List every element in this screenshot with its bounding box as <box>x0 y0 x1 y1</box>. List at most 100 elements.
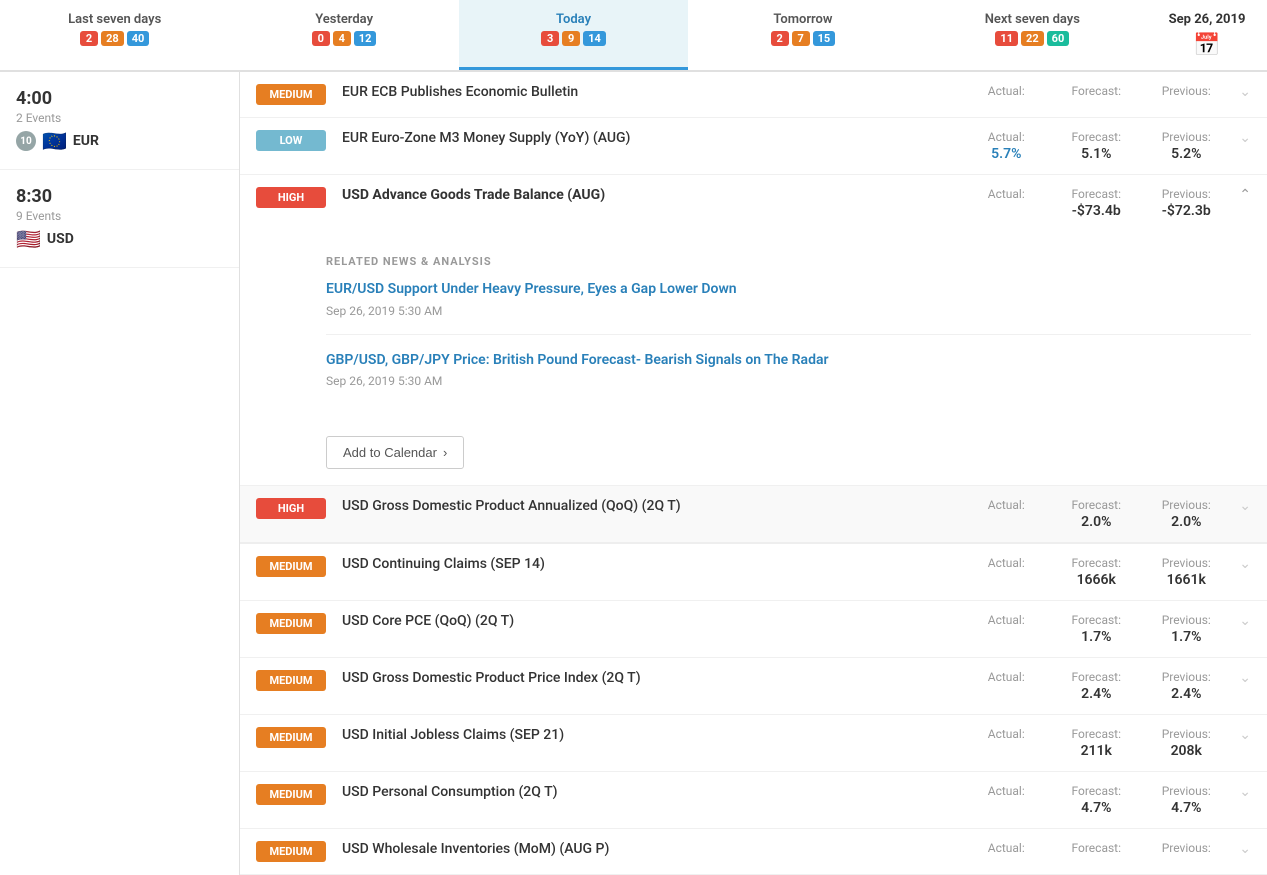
news-link-0[interactable]: EUR/USD Support Under Heavy Pressure, Ey… <box>326 281 737 297</box>
chevron-eur-ecb[interactable]: ⌄ <box>1239 84 1251 100</box>
time-block-4am: 4:00 2 Events 10 🇪🇺 EUR <box>0 72 239 170</box>
news-link-1[interactable]: GBP/USD, GBP/JPY Price: British Pound Fo… <box>326 352 829 368</box>
badge-tomorrow-medium: 7 <box>792 31 810 46</box>
impact-badge-usd-advance: HIGH <box>256 187 326 208</box>
previous-usd-gdp: Previous: 2.0% <box>1141 498 1231 530</box>
impact-badge-usd-personal: MEDIUM <box>256 784 326 805</box>
actual-usd-jobless: Actual: <box>961 727 1051 759</box>
event-row-usd-gdp-price-index: MEDIUM USD Gross Domestic Product Price … <box>240 658 1267 715</box>
calendar-date-picker[interactable]: Sep 26, 2019 📅 <box>1147 0 1267 70</box>
chevron-usd-core-pce[interactable]: ⌄ <box>1239 613 1251 629</box>
event-name-usd-continuing: USD Continuing Claims (SEP 14) <box>342 556 961 572</box>
previous-usd-continuing: Previous: 1661k <box>1141 556 1231 588</box>
previous-usd-personal: Previous: 4.7% <box>1141 784 1231 816</box>
time-block-830am: 8:30 9 Events 🇺🇸 USD <box>0 170 239 268</box>
badge-tomorrow-high: 2 <box>771 31 789 46</box>
impact-badge-usd-continuing: MEDIUM <box>256 556 326 577</box>
chevron-usd-gdp-price[interactable]: ⌄ <box>1239 670 1251 686</box>
usd-label: USD <box>47 231 74 247</box>
impact-badge-usd-jobless: MEDIUM <box>256 727 326 748</box>
event-row-usd-core-pce: MEDIUM USD Core PCE (QoQ) (2Q T) Actual:… <box>240 601 1267 658</box>
calendar-date-label: Sep 26, 2019 <box>1169 12 1246 27</box>
currency-eur: 10 🇪🇺 EUR <box>16 129 223 153</box>
badge-next-seven-low: 60 <box>1047 31 1070 46</box>
actual-usd-gdp-price: Actual: <box>961 670 1051 702</box>
actual-usd-gdp: Actual: <box>961 498 1051 530</box>
previous-usd-core-pce: Previous: 1.7% <box>1141 613 1231 645</box>
badge-last-seven-high: 2 <box>80 31 98 46</box>
previous-usd-advance: Previous: -$72.3b <box>1141 187 1231 219</box>
chevron-usd-advance[interactable]: ⌃ <box>1239 187 1251 203</box>
impact-badge-usd-gdp-price: MEDIUM <box>256 670 326 691</box>
tab-today[interactable]: Today 3 9 14 <box>459 0 688 70</box>
chevron-usd-personal[interactable]: ⌄ <box>1239 784 1251 800</box>
forecast-usd-continuing: Forecast: 1666k <box>1051 556 1141 588</box>
main-content: MEDIUM EUR ECB Publishes Economic Bullet… <box>240 72 1267 875</box>
related-news-title: RELATED NEWS & ANALYSIS <box>326 255 1251 268</box>
events-count-4am: 2 Events <box>16 111 223 125</box>
tab-yesterday[interactable]: Yesterday 0 4 12 <box>229 0 458 70</box>
event-row-main-usd-advance: HIGH USD Advance Goods Trade Balance (AU… <box>240 175 1267 231</box>
chevron-usd-wholesale[interactable]: ⌄ <box>1239 841 1251 857</box>
actual-eur-ecb: Actual: <box>961 84 1051 100</box>
event-name-usd-gdp-price: USD Gross Domestic Product Price Index (… <box>342 670 961 686</box>
chevron-usd-jobless[interactable]: ⌄ <box>1239 727 1251 743</box>
event-name-eur-ecb: EUR ECB Publishes Economic Bulletin <box>342 84 961 100</box>
event-row-usd-personal-consumption: MEDIUM USD Personal Consumption (2Q T) A… <box>240 772 1267 829</box>
badge-yesterday-high: 0 <box>312 31 330 46</box>
chevron-eur-m3[interactable]: ⌄ <box>1239 130 1251 146</box>
badge-yesterday-medium: 4 <box>333 31 351 46</box>
stats-usd-gdp: Actual: Forecast: 2.0% Previous: 2.0% <box>961 498 1231 530</box>
tab-label-next-seven-days: Next seven days <box>926 12 1139 27</box>
actual-usd-personal: Actual: <box>961 784 1051 816</box>
event-name-usd-personal: USD Personal Consumption (2Q T) <box>342 784 961 800</box>
tab-label-today: Today <box>467 12 680 27</box>
impact-badge-usd-core-pce: MEDIUM <box>256 613 326 634</box>
add-calendar-arrow-icon: › <box>443 445 447 460</box>
tab-label-last-seven-days: Last seven days <box>8 12 221 27</box>
event-row-eur-ecb: MEDIUM EUR ECB Publishes Economic Bullet… <box>240 72 1267 118</box>
actual-eur-m3: Actual: 5.7% <box>961 130 1051 162</box>
forecast-usd-personal: Forecast: 4.7% <box>1051 784 1141 816</box>
forecast-usd-gdp: Forecast: 2.0% <box>1051 498 1141 530</box>
news-date-0: Sep 26, 2019 5:30 AM <box>326 304 1251 318</box>
tab-next-seven-days[interactable]: Next seven days 11 22 60 <box>918 0 1147 70</box>
chevron-usd-gdp[interactable]: ⌄ <box>1239 498 1251 514</box>
tab-last-seven-days[interactable]: Last seven days 2 28 40 <box>0 0 229 70</box>
forecast-eur-ecb: Forecast: <box>1051 84 1141 100</box>
forecast-usd-core-pce: Forecast: 1.7% <box>1051 613 1141 645</box>
forecast-usd-wholesale: Forecast: <box>1051 841 1141 857</box>
events-count-830am: 9 Events <box>16 209 223 223</box>
badge-today-high: 3 <box>541 31 559 46</box>
previous-usd-jobless: Previous: 208k <box>1141 727 1231 759</box>
event-row-usd-wholesale: MEDIUM USD Wholesale Inventories (MoM) (… <box>240 829 1267 875</box>
badge-today-medium: 9 <box>562 31 580 46</box>
event-name-usd-gdp: USD Gross Domestic Product Annualized (Q… <box>342 498 961 514</box>
badge-last-seven-low: 40 <box>127 31 150 46</box>
news-item-0: EUR/USD Support Under Heavy Pressure, Ey… <box>326 280 1251 335</box>
tab-tomorrow[interactable]: Tomorrow 2 7 15 <box>688 0 917 70</box>
stats-usd-core-pce: Actual: Forecast: 1.7% Previous: 1.7% <box>961 613 1231 645</box>
forecast-usd-gdp-price: Forecast: 2.4% <box>1051 670 1141 702</box>
event-name-eur-m3: EUR Euro-Zone M3 Money Supply (YoY) (AUG… <box>342 130 961 146</box>
previous-eur-ecb: Previous: <box>1141 84 1231 100</box>
impact-badge-eur-m3: LOW <box>256 130 326 151</box>
news-item-1: GBP/USD, GBP/JPY Price: British Pound Fo… <box>326 351 1251 405</box>
add-to-calendar-button[interactable]: Add to Calendar › <box>326 436 464 469</box>
eur-events-section: MEDIUM EUR ECB Publishes Economic Bullet… <box>240 72 1267 175</box>
calendar-icon[interactable]: 📅 <box>1193 33 1220 58</box>
event-row-usd-continuing-claims: MEDIUM USD Continuing Claims (SEP 14) Ac… <box>240 544 1267 601</box>
stats-eur-m3: Actual: 5.7% Forecast: 5.1% Previous: 5.… <box>961 130 1231 162</box>
forecast-usd-jobless: Forecast: 211k <box>1051 727 1141 759</box>
add-to-calendar-label: Add to Calendar <box>343 445 437 460</box>
currency-usd: 🇺🇸 USD <box>16 227 223 251</box>
stats-usd-wholesale: Actual: Forecast: Previous: <box>961 841 1231 857</box>
sidebar: 4:00 2 Events 10 🇪🇺 EUR 8:30 9 Events 🇺🇸… <box>0 72 240 875</box>
previous-usd-wholesale: Previous: <box>1141 841 1231 857</box>
usd-events-section: HIGH USD Advance Goods Trade Balance (AU… <box>240 175 1267 875</box>
badge-today-low: 14 <box>583 31 606 46</box>
news-date-1: Sep 26, 2019 5:30 AM <box>326 374 1251 388</box>
chevron-usd-continuing[interactable]: ⌄ <box>1239 556 1251 572</box>
time-label-830am: 8:30 <box>16 186 223 207</box>
previous-usd-gdp-price: Previous: 2.4% <box>1141 670 1231 702</box>
